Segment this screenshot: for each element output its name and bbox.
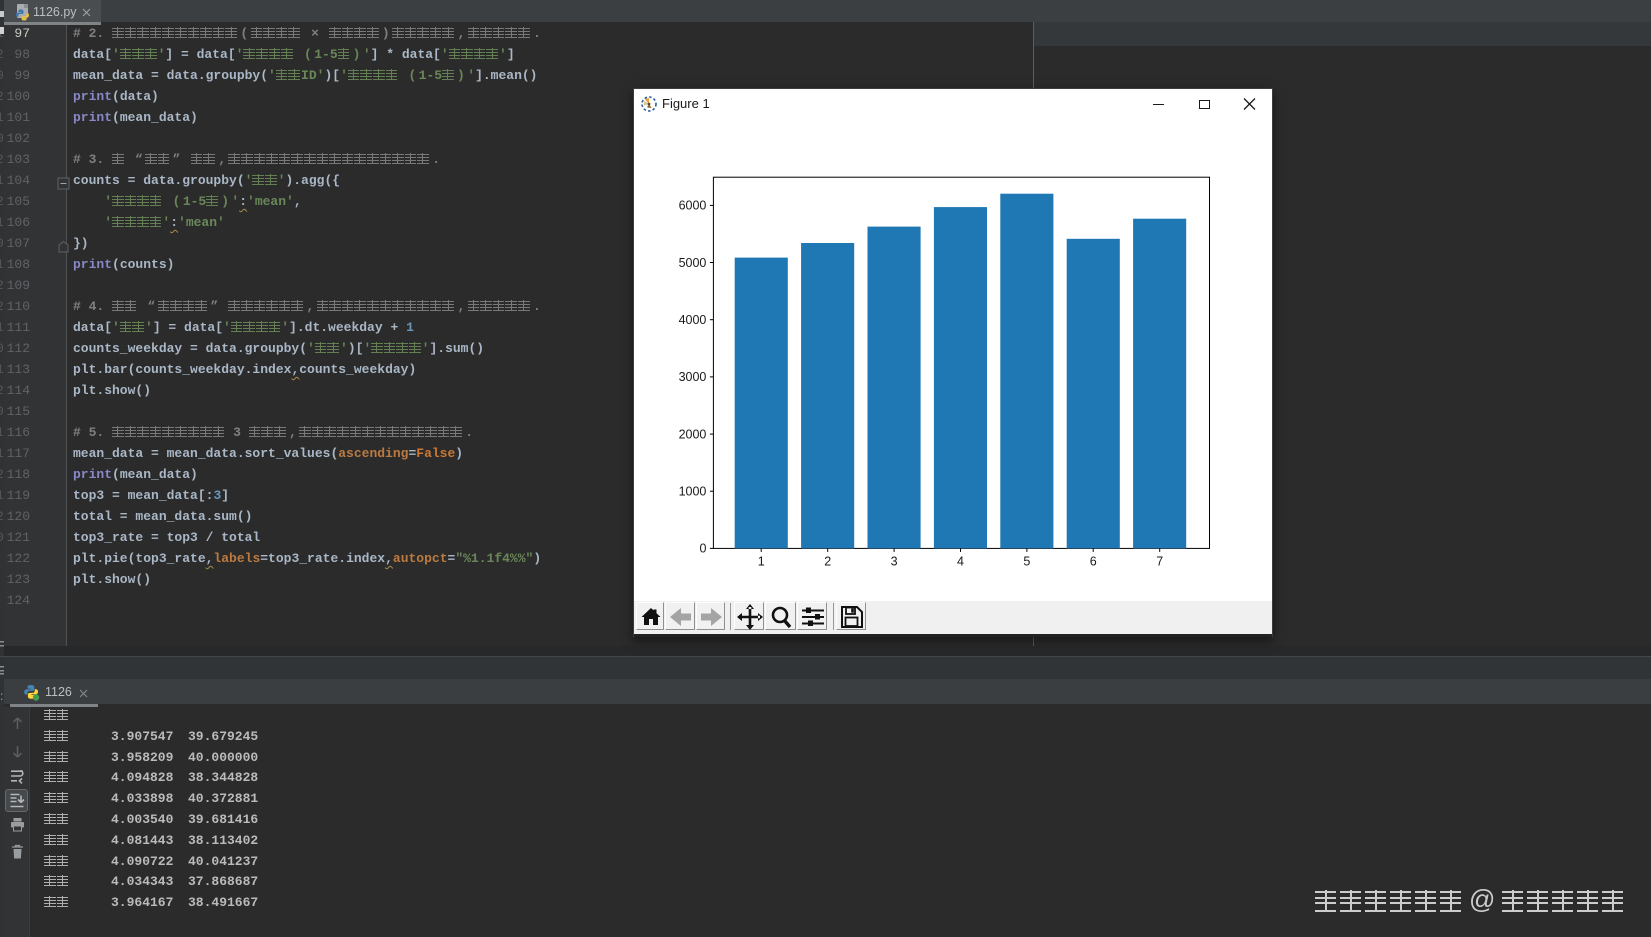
svg-text:7: 7 bbox=[1156, 554, 1163, 568]
svg-text:2: 2 bbox=[824, 554, 831, 568]
svg-text:6000: 6000 bbox=[679, 199, 707, 213]
svg-text:2000: 2000 bbox=[679, 427, 707, 441]
svg-text:5: 5 bbox=[1023, 554, 1030, 568]
svg-text:0: 0 bbox=[699, 542, 706, 556]
svg-text:3000: 3000 bbox=[679, 370, 707, 384]
svg-text:6: 6 bbox=[1090, 554, 1097, 568]
svg-text:1: 1 bbox=[758, 554, 765, 568]
svg-text:3: 3 bbox=[891, 554, 898, 568]
svg-text:5000: 5000 bbox=[679, 256, 707, 270]
svg-text:1000: 1000 bbox=[679, 485, 707, 499]
svg-text:4000: 4000 bbox=[679, 313, 707, 327]
svg-text:4: 4 bbox=[957, 554, 964, 568]
